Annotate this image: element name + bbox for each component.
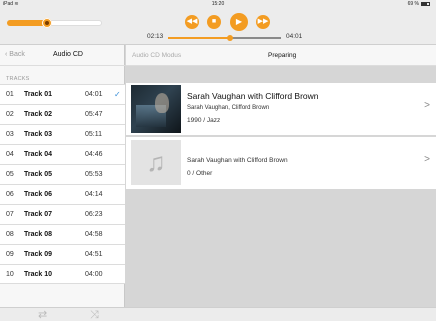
progress-knob[interactable]: [227, 35, 234, 41]
volume-slider[interactable]: [7, 18, 102, 28]
play-icon: ▶: [235, 17, 243, 26]
track-duration: 04:46: [85, 151, 103, 158]
previous-icon: ◀◀: [186, 18, 198, 25]
track-duration: 05:11: [85, 131, 102, 138]
album-meta: 0 / Other: [187, 170, 213, 177]
track-name: Track 09: [24, 251, 53, 258]
album-meta: 1990 / Jazz: [187, 117, 221, 124]
track-number: 07: [6, 211, 14, 218]
next-icon: ▶▶: [257, 18, 269, 25]
track-duration: 04:51: [85, 251, 103, 258]
track-row-04[interactable]: 04 Track 04 04:46: [0, 144, 125, 164]
track-row-03[interactable]: 03 Track 03 05:11: [0, 124, 125, 144]
tracks-section-label: TRACKS: [6, 76, 30, 82]
section-spacer: [126, 66, 436, 81]
track-duration: 04:14: [85, 191, 103, 198]
track-duration: 04:58: [85, 231, 103, 238]
checkmark-icon: ✓: [114, 90, 121, 99]
track-number: 03: [6, 131, 14, 138]
shuffle-icon[interactable]: ⤨: [90, 309, 99, 321]
next-button[interactable]: ▶▶: [256, 15, 270, 29]
sidebar-nav-bar: ‹ Back Audio CD: [0, 45, 125, 66]
stop-button[interactable]: ■: [207, 15, 221, 29]
track-sidebar: ‹ Back Audio CD TRACKS 01 Track 01 04:01 ✓ …: [0, 45, 125, 307]
album-artist: Sarah Vaughan with Clifford Brown: [187, 157, 288, 164]
track-row-06[interactable]: 06 Track 06 04:14: [0, 184, 125, 204]
track-name: Track 08: [24, 231, 53, 238]
battery-indicator: 69 %: [408, 0, 430, 9]
track-name: Track 07: [24, 211, 53, 218]
status-time: 15:20: [211, 1, 225, 7]
track-name: Track 01: [24, 91, 53, 98]
player-toolbar: ◀◀ ■ ▶ ▶▶ 02:13 04:01: [0, 9, 436, 45]
repeat-icon[interactable]: ⇄: [38, 309, 47, 321]
progress-slider[interactable]: [168, 35, 281, 41]
previous-button[interactable]: ◀◀: [185, 15, 199, 29]
album-title: Sarah Vaughan with Clifford Brown: [187, 91, 319, 101]
track-number: 02: [6, 111, 14, 118]
status-bar: iPad ≋ 15:20 69 %: [0, 0, 436, 9]
album-artist: Sarah Vaughan, Clifford Brown: [187, 105, 270, 111]
track-name: Track 04: [24, 151, 53, 158]
back-button[interactable]: ‹ Back: [5, 51, 25, 58]
track-duration: 06:23: [85, 211, 103, 218]
main-header: Audio CD Modus Preparing: [126, 45, 436, 66]
total-time: 04:01: [286, 33, 303, 40]
track-number: 06: [6, 191, 14, 198]
track-row-08[interactable]: 08 Track 08 04:58: [0, 224, 125, 244]
status-label: Preparing: [268, 52, 297, 59]
stop-icon: ■: [211, 18, 217, 25]
track-row-09[interactable]: 09 Track 09 04:51: [0, 244, 125, 264]
track-list: 01 Track 01 04:01 ✓ 02 Track 02 05:47 03 Track…: [0, 84, 125, 284]
track-duration: 05:47: [85, 111, 103, 118]
album-card-2[interactable]: ♫ Sarah Vaughan with Clifford Brown 0 / …: [126, 137, 436, 189]
track-duration: 04:00: [85, 271, 103, 278]
sidebar-title: Audio CD: [53, 51, 83, 58]
elapsed-time: 02:13: [147, 33, 164, 40]
track-name: Track 05: [24, 171, 53, 178]
music-note-icon: ♫: [131, 140, 181, 185]
progress-fill: [168, 37, 231, 39]
track-number: 05: [6, 171, 14, 178]
chevron-left-icon: ‹: [5, 51, 8, 58]
track-row-10[interactable]: 10 Track 10 04:00: [0, 264, 125, 284]
chevron-right-icon[interactable]: >: [424, 154, 430, 165]
track-number: 09: [6, 251, 14, 258]
battery-icon: [421, 1, 430, 6]
volume-fill: [7, 20, 47, 26]
track-duration: 04:01: [85, 91, 103, 98]
album-cover-photo: [131, 85, 181, 133]
track-number: 08: [6, 231, 14, 238]
track-row-05[interactable]: 05 Track 05 05:53: [0, 164, 125, 184]
track-name: Track 06: [24, 191, 53, 198]
track-row-01[interactable]: 01 Track 01 04:01 ✓: [0, 84, 125, 104]
volume-knob[interactable]: [41, 18, 52, 28]
mode-label: Audio CD Modus: [132, 52, 182, 59]
album-card-1[interactable]: Sarah Vaughan with Clifford Brown Sarah …: [126, 83, 436, 135]
track-name: Track 02: [24, 111, 53, 118]
track-number: 01: [6, 91, 14, 98]
track-number: 04: [6, 151, 14, 158]
track-name: Track 03: [24, 131, 53, 138]
track-duration: 05:53: [85, 171, 103, 178]
track-row-02[interactable]: 02 Track 02 05:47: [0, 104, 125, 124]
track-row-07[interactable]: 07 Track 07 06:23: [0, 204, 125, 224]
bottom-toolbar: ⇄ ⤨: [0, 307, 436, 321]
play-button[interactable]: ▶: [230, 13, 248, 31]
track-name: Track 10: [24, 271, 53, 278]
track-number: 10: [6, 271, 14, 278]
chevron-right-icon[interactable]: >: [424, 100, 430, 111]
